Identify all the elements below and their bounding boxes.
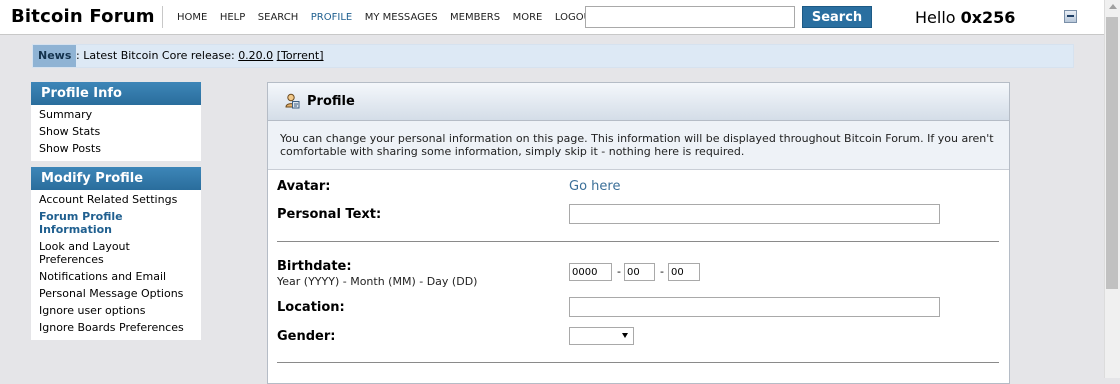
avatar-go-here-link[interactable]: Go here [569,179,620,194]
personal-text-label: Personal Text: [277,207,382,222]
sidebar-item-look-layout[interactable]: Look and Layout Preferences [31,240,201,266]
panel-title: Profile [307,94,355,109]
search-input[interactable] [585,6,795,28]
scrollbar-thumb[interactable] [1106,17,1118,289]
collapse-header-icon[interactable] [1064,10,1077,23]
sidebar-item-notifications[interactable]: Notifications and Email [31,270,201,283]
gender-select[interactable] [569,327,634,345]
username: 0x256 [960,8,1016,27]
nav-more[interactable]: MORE [513,12,543,23]
sidebar-item-ignore-users[interactable]: Ignore user options [31,304,201,317]
panel-description: You can change your personal information… [268,121,1009,170]
section-divider [277,241,999,242]
panel-header: Profile [268,83,1009,121]
birth-month-input[interactable] [624,263,655,281]
sidebar-item-forum-profile[interactable]: Forum Profile Information [31,210,201,236]
modify-profile-menu: Modify Profile Account Related Settings … [31,167,201,340]
torrent-link[interactable]: [Torrent] [277,49,324,62]
date-separator: - [617,265,621,278]
profile-info-menu: Profile Info Summary Show Stats Show Pos… [31,82,201,161]
birth-year-input[interactable] [569,263,612,281]
nav-search[interactable]: SEARCH [258,12,298,23]
sidebar-item-pm-options[interactable]: Personal Message Options [31,287,201,300]
news-text: : Latest Bitcoin Core release: 0.20.0 [T… [76,45,324,67]
nav-help[interactable]: HELP [220,12,245,23]
date-separator: - [660,265,664,278]
profile-panel: Profile You can change your personal inf… [267,82,1010,384]
personal-text-input[interactable] [569,204,940,224]
site-title[interactable]: Bitcoin Forum [11,6,155,27]
nav-members[interactable]: MEMBERS [450,12,500,23]
sidebar-item-account-settings[interactable]: Account Related Settings [31,193,201,206]
news-bar: News : Latest Bitcoin Core release: 0.20… [32,44,1074,68]
modify-profile-heading: Modify Profile [31,167,201,190]
nav-my-messages[interactable]: MY MESSAGES [365,12,438,23]
gender-label: Gender: [277,329,336,344]
greeting-text: Hello [915,8,956,27]
sidebar-item-show-posts[interactable]: Show Posts [31,142,201,155]
profile-info-heading: Profile Info [31,82,201,105]
news-label: News [33,45,77,67]
sidebar-item-summary[interactable]: Summary [31,108,201,121]
birthdate-hint: Year (YYYY) - Month (MM) - Day (DD) [277,275,478,288]
avatar-label: Avatar: [277,179,331,194]
nav-profile[interactable]: PROFILE [311,12,352,23]
title-divider [162,6,163,28]
search-button[interactable]: Search [802,6,872,28]
main-nav: HOME HELP SEARCH PROFILE MY MESSAGES MEM… [177,12,610,23]
user-profile-icon [285,93,300,109]
birth-day-input[interactable] [668,263,700,281]
nav-home[interactable]: HOME [177,12,207,23]
top-header: Bitcoin Forum HOME HELP SEARCH PROFILE M… [0,0,1104,35]
section-divider [277,362,999,363]
sidebar-item-ignore-boards[interactable]: Ignore Boards Preferences [31,321,201,334]
sidebar-item-show-stats[interactable]: Show Stats [31,125,201,138]
location-label: Location: [277,300,345,315]
birthdate-label: Birthdate: [277,259,352,274]
release-version-link[interactable]: 0.20.0 [238,49,273,62]
scroll-up-arrow-icon[interactable] [1109,4,1117,9]
location-input[interactable] [569,297,940,317]
chevron-down-icon [622,333,628,338]
user-greeting: Hello 0x256 [915,8,1015,27]
news-prefix: : Latest Bitcoin Core release: [76,49,239,62]
